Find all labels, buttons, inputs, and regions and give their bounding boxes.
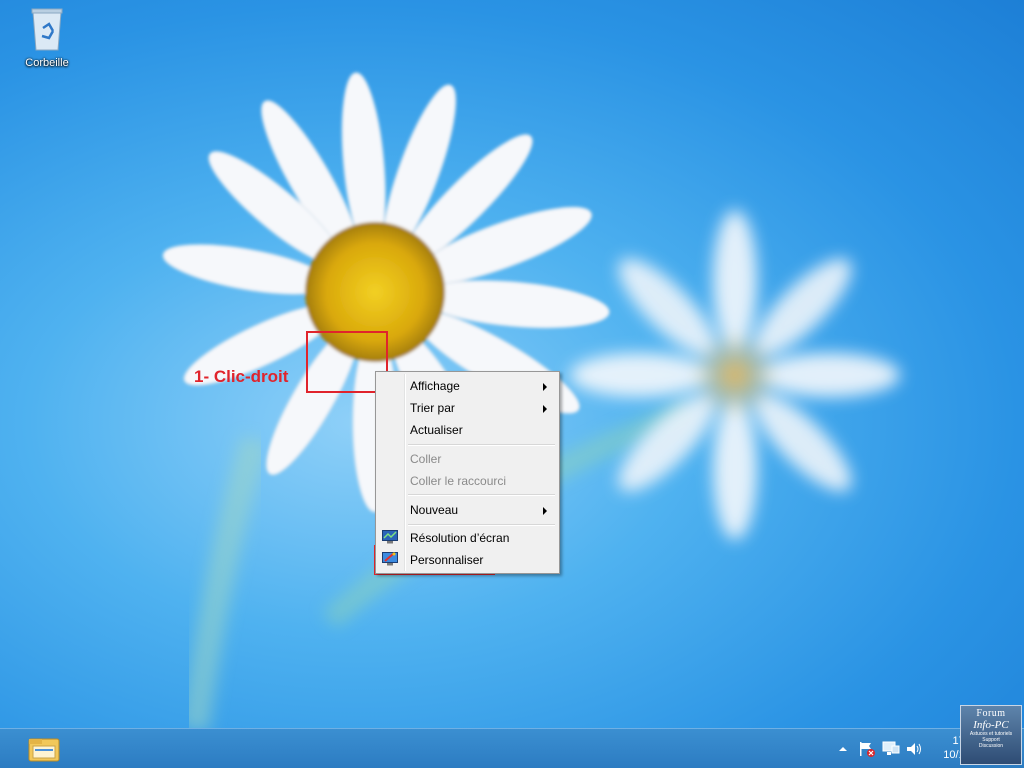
watermark-line1: Forum [976, 708, 1006, 719]
submenu-arrow-icon [543, 507, 547, 515]
volume-icon[interactable] [905, 741, 923, 757]
menu-item-label: Personnaliser [410, 553, 484, 567]
menu-item-label: Affichage [410, 379, 460, 393]
submenu-arrow-icon [543, 383, 547, 391]
menu-item-label: Nouveau [410, 503, 459, 517]
recycle-bin-shortcut[interactable]: Corbeille [14, 6, 80, 69]
menu-separator [408, 524, 555, 526]
desktop-context-menu: Affichage Trier par Actualiser Coller Co… [375, 371, 560, 574]
menu-item-coller-raccourci: Coller le raccourci [378, 470, 557, 492]
menu-item-coller: Coller [378, 448, 557, 470]
menu-item-affichage[interactable]: Affichage [378, 375, 557, 397]
wallpaper-daisy [162, 72, 900, 730]
forum-info-pc-watermark: Forum Info-PC Astuces et tutoriels Suppo… [960, 705, 1022, 765]
watermark-line2: Info-PC [973, 719, 1009, 731]
action-center-flag-icon[interactable] [858, 741, 876, 757]
recycle-bin-icon [31, 8, 63, 51]
display-resolution-icon [382, 530, 398, 544]
recycle-bin-label: Corbeille [25, 57, 69, 69]
menu-item-label: Coller [410, 452, 442, 466]
annotation-step1: 1- Clic-droit [194, 367, 289, 386]
menu-item-personnaliser[interactable]: Personnaliser [378, 549, 557, 571]
menu-item-label: Coller le raccourci [410, 474, 507, 488]
network-icon[interactable] [882, 741, 900, 757]
menu-item-nouveau[interactable]: Nouveau [378, 499, 557, 521]
menu-item-resolution-ecran[interactable]: Résolution d’écran [378, 527, 557, 549]
menu-separator [408, 494, 555, 496]
file-explorer-icon[interactable] [26, 735, 64, 765]
menu-separator [408, 444, 555, 446]
menu-item-label: Trier par [410, 401, 455, 415]
menu-item-label: Actualiser [410, 423, 463, 437]
taskbar: 17:42 10/10/2 [0, 728, 1024, 768]
submenu-arrow-icon [543, 405, 547, 413]
menu-item-trier-par[interactable]: Trier par [378, 397, 557, 419]
menu-item-actualiser[interactable]: Actualiser [378, 419, 557, 441]
watermark-line5: Discussion [978, 743, 1004, 749]
personalize-icon [382, 552, 398, 566]
show-hidden-icons-chevron[interactable] [838, 741, 848, 757]
menu-item-label: Résolution d’écran [410, 531, 510, 545]
